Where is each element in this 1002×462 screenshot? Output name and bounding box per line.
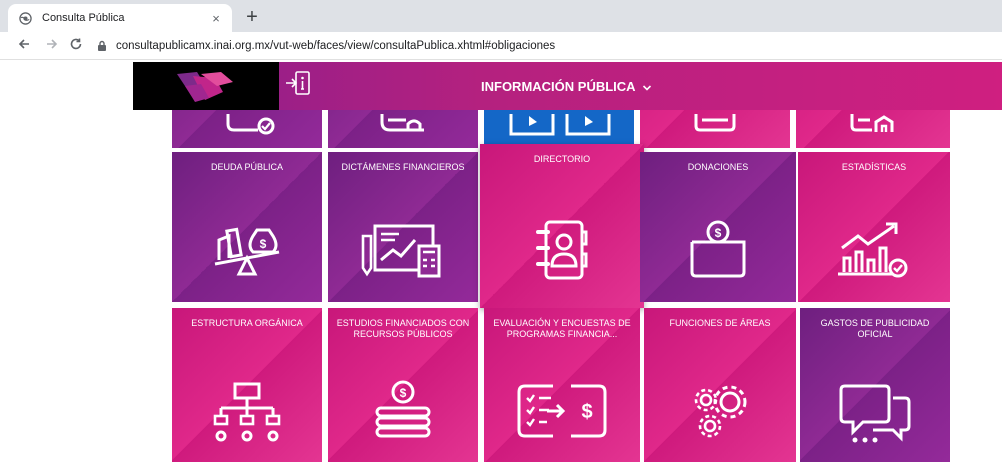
- tile-label: GASTOS DE PUBLICIDAD OFICIAL: [820, 318, 930, 339]
- screen-icon: [694, 114, 736, 132]
- tile-row0-4[interactable]: [796, 110, 950, 148]
- tile-label: EVALUACIÓN Y ENCUESTAS DE PROGRAMAS FINA…: [493, 318, 631, 339]
- tile-label: DIRECTORIO: [533, 154, 591, 164]
- financial-report-icon: [361, 224, 441, 278]
- svg-text:$: $: [715, 226, 722, 240]
- tile-evaluacion-encuestas[interactable]: EVALUACIÓN Y ENCUESTAS DE PROGRAMAS FINA…: [484, 308, 640, 462]
- tile-label: ESTUDIOS FINANCIADOS CON RECURSOS PÚBLIC…: [336, 318, 470, 339]
- building-icon: [850, 114, 894, 132]
- lock-icon: [96, 40, 108, 52]
- tile-label: DEUDA PÚBLICA: [210, 162, 284, 172]
- donation-box-icon: $: [690, 220, 746, 278]
- tile-label: FUNCIONES DE ÁREAS: [669, 318, 771, 328]
- tile-gastos-publicidad[interactable]: GASTOS DE PUBLICIDAD OFICIAL: [800, 308, 950, 462]
- tile-row0-2[interactable]: [484, 110, 634, 148]
- globe-icon: [18, 11, 32, 25]
- id-card-icon: [380, 114, 424, 132]
- tile-directorio[interactable]: DIRECTORIO: [480, 144, 644, 308]
- chat-bubbles-icon: [839, 384, 911, 443]
- chevron-down-icon: [642, 81, 652, 91]
- reload-icon[interactable]: [66, 36, 86, 56]
- tile-row0-0[interactable]: [172, 110, 322, 148]
- gears-icon: [694, 385, 747, 438]
- tile-estudios-financiados[interactable]: ESTUDIOS FINANCIADOS CON RECURSOS PÚBLIC…: [328, 308, 478, 462]
- tile-estructura-organica[interactable]: ESTRUCTURA ORGÁNICA: [172, 308, 322, 462]
- tile-dictamenes-financieros[interactable]: DICTÁMENES FINANCIEROS: [328, 152, 478, 302]
- browser-toolbar: consultapublicamx.inai.org.mx/vut-web/fa…: [0, 32, 1002, 60]
- tab-title: Consulta Pública: [42, 12, 125, 24]
- browser-tab[interactable]: Consulta Pública ×: [8, 4, 232, 32]
- tile-estadisticas[interactable]: ESTADÍSTICAS: [798, 152, 950, 302]
- site-header: INFORMACIÓN PÚBLICA: [133, 62, 1002, 110]
- forward-arrow-icon[interactable]: [42, 36, 62, 56]
- video-screens-icon: [509, 114, 611, 136]
- site-logo[interactable]: [133, 62, 279, 110]
- tile-label: ESTADÍSTICAS: [841, 162, 907, 172]
- tile-label: DONACIONES: [687, 162, 749, 172]
- new-tab-button[interactable]: +: [240, 6, 264, 30]
- survey-money-icon: $: [517, 384, 607, 438]
- tile-label: ESTRUCTURA ORGÁNICA: [191, 318, 303, 328]
- tile-label: DICTÁMENES FINANCIEROS: [341, 162, 465, 172]
- login-icon[interactable]: [285, 70, 311, 98]
- statistics-chart-icon: [838, 222, 908, 278]
- document-check-icon: [226, 114, 275, 135]
- obligations-grid: DEUDA PÚBLICA $ DICTÁMENES FINANCIEROS D…: [172, 110, 950, 462]
- menu-title-label: INFORMACIÓN PÚBLICA: [481, 78, 636, 94]
- url-text: consultapublicamx.inai.org.mx/vut-web/fa…: [116, 40, 556, 52]
- informacion-publica-menu[interactable]: INFORMACIÓN PÚBLICA: [481, 76, 652, 96]
- svg-text:$: $: [260, 237, 267, 251]
- tile-donaciones[interactable]: DONACIONES $: [640, 152, 796, 302]
- tile-funciones-areas[interactable]: FUNCIONES DE ÁREAS: [644, 308, 796, 462]
- tab-close-icon[interactable]: ×: [208, 11, 224, 26]
- svg-text:$: $: [400, 386, 407, 400]
- tile-row0-3[interactable]: [640, 110, 790, 148]
- browser-tab-bar: Consulta Pública × +: [0, 0, 1002, 32]
- back-arrow-icon[interactable]: [14, 36, 34, 56]
- logo-icon: [177, 72, 233, 102]
- tile-deuda-publica[interactable]: DEUDA PÚBLICA $: [172, 152, 322, 302]
- coin-stack-icon: $: [375, 380, 431, 438]
- tile-row0-1[interactable]: [328, 110, 478, 148]
- address-book-icon: [536, 220, 588, 280]
- org-chart-icon: [213, 382, 281, 442]
- address-bar[interactable]: consultapublicamx.inai.org.mx/vut-web/fa…: [96, 36, 1002, 56]
- debt-scale-icon: $: [214, 227, 280, 276]
- svg-text:$: $: [581, 401, 592, 423]
